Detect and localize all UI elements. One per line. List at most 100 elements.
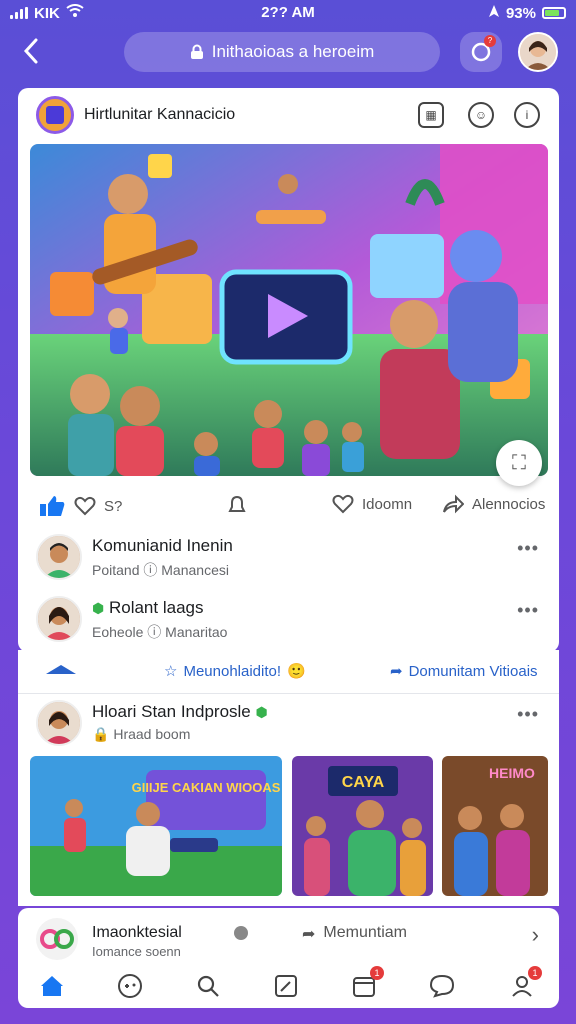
grid-icon[interactable]: ▦ <box>418 102 444 128</box>
lock-icon <box>190 44 203 59</box>
commenter-avatar[interactable] <box>36 534 82 580</box>
post-hero-image[interactable] <box>30 144 548 476</box>
tab-create[interactable] <box>272 972 300 1000</box>
comment-meta: Eoheole ⓘ Manaritao <box>92 624 228 640</box>
media-thumbnail[interactable]: CAYA <box>292 756 433 896</box>
avatar-image <box>38 536 80 578</box>
author-avatar[interactable] <box>36 700 82 746</box>
thumbnail-image: HEIMO <box>442 756 548 896</box>
thumbnail-title: CAYA <box>342 774 385 791</box>
location-icon <box>488 4 500 22</box>
media-thumbnail[interactable]: HEIMO <box>442 756 548 896</box>
share-label: Alennocios <box>472 495 546 513</box>
address-bar[interactable]: Inithaoioas a heroeim <box>124 32 440 72</box>
more-options-icon[interactable]: ••• <box>517 538 539 559</box>
avatar-image <box>38 702 80 744</box>
comment-label: Idoomn <box>362 495 413 513</box>
share-arrow-icon: ➦ <box>390 663 403 680</box>
post-card: ☆ Meunohlaidito! 🙂 ➦ Domunitam Vitioais … <box>18 650 559 906</box>
emoji-icon[interactable]: ☺ <box>468 102 494 128</box>
post-links-row: ☆ Meunohlaidito! 🙂 ➦ Domunitam Vitioais <box>18 650 559 694</box>
author-meta: 🔒 Hraad boom <box>92 726 191 742</box>
calendar-badge: 1 <box>370 966 384 980</box>
comment-button[interactable] <box>226 494 248 516</box>
top-nav: Inithaoioas a heroeim ? <box>0 30 576 74</box>
star-icon: ☆ <box>164 663 178 680</box>
battery-percent: 93% <box>505 4 536 22</box>
post-header: Hirtlunitar Kannacicio ▦ ☺ i <box>18 88 559 142</box>
star-link[interactable]: ☆ Meunohlaidito! 🙂 <box>164 662 306 681</box>
game-party-illustration <box>30 144 548 476</box>
reaction-count: S? <box>104 497 123 515</box>
profile-badge: 1 <box>528 966 542 980</box>
share-button[interactable]: Alennocios <box>442 494 545 514</box>
gamepad-icon <box>118 974 142 998</box>
heart-icon <box>74 496 96 516</box>
tab-games[interactable] <box>116 972 144 1000</box>
status-dot-icon <box>234 926 248 940</box>
thumbs-up-icon <box>40 496 65 516</box>
bottom-tab-bar: 1 1 <box>18 964 559 1008</box>
page-meta: Iomance soenn <box>92 944 181 959</box>
react-button[interactable]: Idoomn <box>332 494 412 514</box>
tab-calendar[interactable]: 1 <box>350 966 384 1000</box>
post-author[interactable]: Hloari Stan Indprosle ⬢ 🔒 Hraad boom ••• <box>18 694 559 754</box>
comment-item[interactable]: Komunianid Inenin Poitand ⓘ Manancesi ••… <box>18 528 559 588</box>
bell-icon <box>228 495 246 512</box>
author-name[interactable]: Hloari Stan Indprosle ⬢ <box>92 702 268 722</box>
post-card: Hirtlunitar Kannacicio ▦ ☺ i ⛶ S? Idoomn… <box>18 88 559 652</box>
home-icon <box>41 976 63 996</box>
avatar-image <box>520 34 556 70</box>
edit-icon <box>275 975 297 997</box>
back-button[interactable] <box>20 36 50 68</box>
smile-emoji-icon: 🙂 <box>287 663 306 680</box>
address-text: Inithaoioas a heroeim <box>211 42 375 61</box>
commenter-avatar[interactable] <box>36 596 82 642</box>
logo-icon <box>40 929 74 949</box>
tab-profile[interactable]: 1 <box>508 966 542 1000</box>
share-link[interactable]: ➦ Domunitam Vitioais <box>390 662 538 681</box>
avatar-image <box>38 598 80 640</box>
verified-icon: ⬢ <box>255 704 268 720</box>
tab-chat[interactable] <box>428 972 456 1000</box>
back-arrow-icon <box>23 38 38 64</box>
mention-button[interactable]: ➦ Memuntiam <box>302 924 407 944</box>
comment-meta: Poitand ⓘ Manancesi <box>92 562 229 578</box>
thumbnail-title: GIIIJE CAKIAN WIOOAS <box>132 780 281 795</box>
page-logo[interactable] <box>36 96 74 134</box>
page-name[interactable]: Imaonktesial <box>92 924 182 942</box>
expand-icon: ⛶ <box>512 451 526 474</box>
more-options-icon[interactable]: ••• <box>517 704 539 725</box>
chevron-right-icon[interactable]: › <box>532 922 539 948</box>
status-bar: KIK 2?? AM 93% <box>0 0 576 26</box>
tab-search[interactable] <box>194 972 222 1000</box>
media-thumbnail[interactable]: GIIIJE CAKIAN WIOOAS <box>30 756 282 896</box>
commenter-name[interactable]: Komunianid Inenin <box>92 536 233 556</box>
more-options-icon[interactable]: ••• <box>517 600 539 621</box>
chat-icon <box>429 974 455 998</box>
tab-home[interactable] <box>38 972 66 1000</box>
post-card: Imaonktesial Iomance soenn ➦ Memuntiam › <box>18 908 559 964</box>
post-actions: S? Idoomn Alennocios <box>18 486 559 522</box>
verified-icon: ⬢ <box>92 600 105 616</box>
commenter-name[interactable]: ⬢ Rolant laags <box>92 598 203 618</box>
thumbnail-title: HEIMO <box>489 765 535 781</box>
like-button[interactable]: S? <box>38 494 122 518</box>
thumbnail-image: GIIIJE CAKIAN WIOOAS <box>30 756 282 896</box>
share-arrow-icon: ➦ <box>302 926 316 943</box>
heart-outline-icon <box>332 494 354 514</box>
comment-item[interactable]: ⬢ Rolant laags Eoheole ⓘ Manaritao ••• <box>18 590 559 650</box>
page-avatar[interactable] <box>36 918 78 960</box>
notifications-button[interactable]: ? <box>460 32 502 72</box>
collapse-icon[interactable] <box>44 662 78 676</box>
info-icon[interactable]: i <box>514 102 540 128</box>
share-arrow-icon <box>443 494 464 514</box>
search-icon <box>197 975 219 997</box>
battery-icon <box>542 7 566 19</box>
expand-image-button[interactable]: ⛶ <box>496 440 542 486</box>
page-name[interactable]: Hirtlunitar Kannacicio <box>84 106 235 124</box>
profile-avatar[interactable] <box>518 32 558 72</box>
notification-badge: ? <box>484 35 496 47</box>
thumbnail-image: CAYA <box>292 756 433 896</box>
lock-icon: 🔒 <box>92 726 110 742</box>
